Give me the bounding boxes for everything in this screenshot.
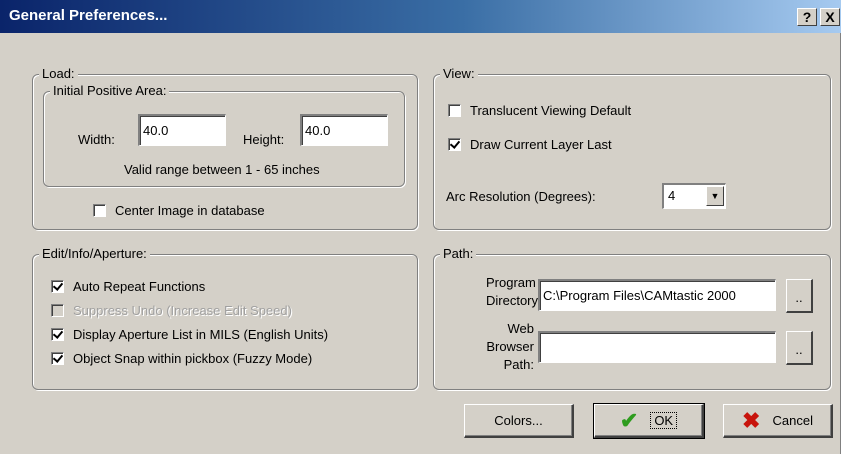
browse-web-button[interactable]: .. bbox=[786, 331, 813, 365]
ok-button[interactable]: ✔ OK bbox=[593, 403, 705, 439]
range-hint: Valid range between 1 - 65 inches bbox=[124, 162, 320, 177]
view-group: View: Translucent Viewing Default Draw C… bbox=[433, 66, 831, 230]
width-label: Width: bbox=[78, 132, 115, 147]
translucent-box[interactable] bbox=[448, 104, 461, 117]
translucent-checkbox[interactable]: Translucent Viewing Default bbox=[448, 103, 631, 118]
width-field[interactable] bbox=[138, 114, 226, 146]
checkmark-icon: ✔ bbox=[619, 407, 639, 433]
path-legend: Path: bbox=[440, 246, 477, 261]
suppress-undo-box bbox=[51, 304, 64, 317]
arc-resolution-select[interactable]: 4 ▼ bbox=[662, 183, 726, 209]
window-title: General Preferences... bbox=[9, 7, 168, 24]
colors-button-label: Colors... bbox=[494, 413, 543, 428]
colors-button[interactable]: Colors... bbox=[464, 404, 574, 438]
object-snap-box[interactable] bbox=[51, 352, 64, 365]
suppress-undo-checkbox: Suppress Undo (Increase Edit Speed) bbox=[51, 303, 292, 318]
browse-program-button[interactable]: .. bbox=[786, 279, 813, 313]
display-aperture-label: Display Aperture List in MILS (English U… bbox=[73, 327, 329, 342]
cancel-button[interactable]: ✖ Cancel bbox=[723, 404, 833, 438]
web-label-1: Web bbox=[507, 321, 535, 336]
initial-area-legend: Initial Positive Area: bbox=[50, 83, 170, 98]
load-group: Load: Initial Positive Area: Width: Heig… bbox=[32, 66, 418, 230]
initial-area-group: Initial Positive Area: Width: Height: Va… bbox=[43, 83, 405, 187]
program-label-1: Program bbox=[486, 275, 536, 290]
help-button[interactable]: ? bbox=[797, 8, 817, 26]
display-aperture-checkbox[interactable]: Display Aperture List in MILS (English U… bbox=[51, 327, 328, 342]
center-image-box[interactable] bbox=[93, 204, 106, 217]
chevron-down-icon[interactable]: ▼ bbox=[706, 186, 724, 206]
title-bar[interactable]: General Preferences... ? X bbox=[0, 0, 841, 33]
height-field[interactable] bbox=[300, 114, 388, 146]
auto-repeat-checkbox[interactable]: Auto Repeat Functions bbox=[51, 279, 205, 294]
x-icon: ✖ bbox=[742, 407, 761, 433]
ok-button-label: OK bbox=[650, 412, 678, 429]
center-image-checkbox[interactable]: Center Image in database bbox=[93, 203, 265, 218]
cancel-button-label: Cancel bbox=[772, 413, 813, 428]
path-group: Path: Program Directory: .. Web Browser … bbox=[433, 246, 831, 390]
web-label-2: Browser bbox=[486, 339, 534, 354]
web-browser-path-field[interactable] bbox=[538, 331, 776, 363]
draw-current-label: Draw Current Layer Last bbox=[470, 137, 612, 152]
preferences-dialog: General Preferences... ? X Load: Initial… bbox=[0, 0, 841, 454]
auto-repeat-box[interactable] bbox=[51, 280, 64, 293]
display-aperture-box[interactable] bbox=[51, 328, 64, 341]
object-snap-label: Object Snap within pickbox (Fuzzy Mode) bbox=[73, 351, 313, 366]
program-directory-field[interactable] bbox=[538, 279, 776, 311]
web-label-3: Path: bbox=[503, 357, 534, 372]
suppress-undo-label: Suppress Undo (Increase Edit Speed) bbox=[73, 303, 292, 318]
height-label: Height: bbox=[243, 132, 285, 147]
draw-current-checkbox[interactable]: Draw Current Layer Last bbox=[448, 137, 612, 152]
close-button[interactable]: X bbox=[820, 8, 840, 26]
edit-group: Edit/Info/Aperture: Auto Repeat Function… bbox=[32, 246, 418, 390]
arc-resolution-label: Arc Resolution (Degrees): bbox=[446, 189, 596, 204]
center-image-label: Center Image in database bbox=[115, 203, 265, 218]
translucent-label: Translucent Viewing Default bbox=[470, 103, 632, 118]
program-label-2: Directory: bbox=[486, 293, 542, 308]
arc-resolution-value: 4 bbox=[668, 188, 676, 203]
object-snap-checkbox[interactable]: Object Snap within pickbox (Fuzzy Mode) bbox=[51, 351, 312, 366]
edit-legend: Edit/Info/Aperture: bbox=[39, 246, 150, 261]
draw-current-box[interactable] bbox=[448, 138, 461, 151]
view-legend: View: bbox=[440, 66, 478, 81]
load-legend: Load: bbox=[39, 66, 78, 81]
auto-repeat-label: Auto Repeat Functions bbox=[73, 279, 206, 294]
